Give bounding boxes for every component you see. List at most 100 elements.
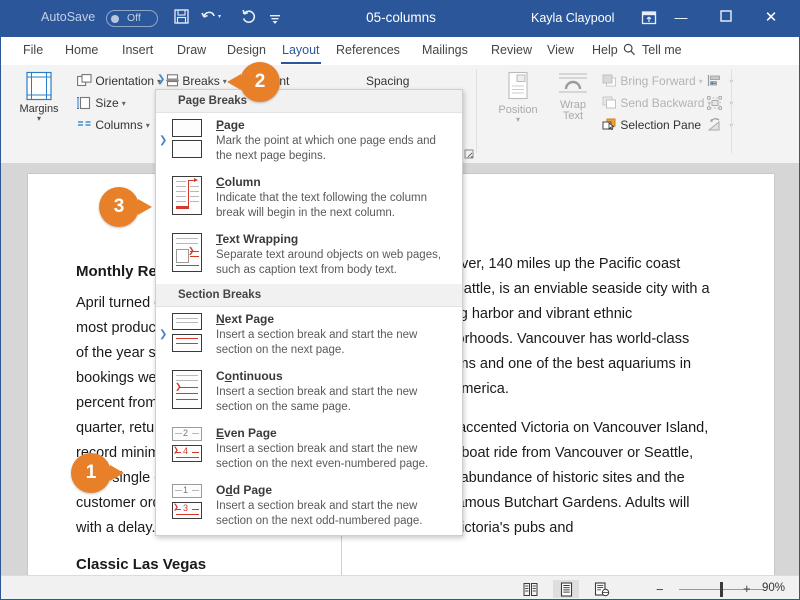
user-name[interactable]: Kayla Claypool <box>531 11 614 25</box>
zoom-in-button[interactable]: + <box>743 581 751 596</box>
bring-forward-caret-icon[interactable]: ▾ <box>699 77 703 86</box>
tab-help[interactable]: Help <box>588 41 622 59</box>
columns-caret-icon[interactable]: ▾ <box>146 121 150 130</box>
ribbon-display-options-icon[interactable] <box>641 10 657 30</box>
page-break-keytip-arrow-icon: ❯ <box>159 135 168 146</box>
odd-page-title-pre: O <box>216 483 226 497</box>
tab-view[interactable]: View <box>543 41 578 59</box>
send-backward-icon <box>602 96 620 110</box>
minimize-button[interactable]: — <box>666 9 696 27</box>
menu-item-continuous-section[interactable]: ❯ Continuous Insert a section break and … <box>156 364 462 421</box>
tab-review[interactable]: Review <box>487 41 536 59</box>
continuous-section-desc: Insert a section break and start the new… <box>216 386 418 413</box>
ribbon-tab-bar: File Home Insert Draw Design Layout Refe… <box>1 37 799 99</box>
selection-pane-label: Selection Pane <box>620 118 702 132</box>
maximize-button[interactable] <box>711 9 741 27</box>
page-break-title-rest: age <box>224 118 245 132</box>
rotate-objects-button[interactable]: ▾ <box>707 118 733 132</box>
group-separator <box>731 69 732 153</box>
tab-insert[interactable]: Insert <box>118 41 157 59</box>
web-layout-icon[interactable] <box>589 580 615 598</box>
word-application-window: AutoSave Off 05-columns Kayla Claypool —… <box>0 0 800 600</box>
size-icon <box>77 96 95 110</box>
close-button[interactable]: ✕ <box>756 9 786 27</box>
menu-item-column-break[interactable]: Column Indicate that the text following … <box>156 170 462 227</box>
margins-caret-icon[interactable]: ▾ <box>11 115 67 123</box>
text-wrapping-break-icon: ❯ <box>168 233 206 273</box>
odd-page-section-desc: Insert a section break and start the new… <box>216 500 423 527</box>
page-break-title: Page <box>216 118 245 132</box>
size-label: Size <box>95 96 119 110</box>
margins-button[interactable]: Margins ▾ <box>11 71 67 123</box>
send-backward-button[interactable]: Send Backward ▾ <box>602 96 711 110</box>
columns-icon <box>77 118 95 132</box>
menu-item-even-page-section[interactable]: 2 4 ❯ Even Page Insert a section break a… <box>156 421 462 478</box>
breaks-dropdown-menu[interactable]: Page Breaks ❯ Page Mark the point at whi… <box>155 89 463 536</box>
dialog-launcher-icon[interactable] <box>464 149 475 160</box>
size-caret-icon[interactable]: ▾ <box>122 99 126 108</box>
orientation-button[interactable]: Orientation ▾ <box>77 74 161 88</box>
breaks-button[interactable]: Breaks ▾ <box>166 74 227 88</box>
even-page-number-top: 2 <box>183 428 189 438</box>
position-button[interactable]: Position ▾ <box>491 71 545 124</box>
rotate-objects-icon <box>707 118 726 132</box>
tab-design[interactable]: Design <box>223 41 270 59</box>
selection-pane-icon <box>602 118 620 132</box>
group-objects-button[interactable]: ▾ <box>707 96 733 110</box>
wrap-text-label-line2: Text <box>562 110 584 122</box>
callout-2-number: 2 <box>254 71 266 92</box>
columns-button[interactable]: Columns ▾ <box>77 118 150 132</box>
wrap-text-button[interactable]: Wrap Text <box>549 71 597 122</box>
bring-forward-label: Bring Forward <box>620 74 696 88</box>
bring-forward-button[interactable]: Bring Forward ▾ <box>602 74 703 88</box>
tab-mailings[interactable]: Mailings <box>418 41 472 59</box>
align-objects-icon <box>707 74 726 88</box>
tell-me-box[interactable]: Tell me <box>642 43 682 57</box>
send-backward-label: Send Backward <box>620 96 705 110</box>
menu-item-page-break[interactable]: ❯ Page Mark the point at which one page … <box>156 113 462 170</box>
callout-badge-2: 2 <box>227 62 280 102</box>
tab-home[interactable]: Home <box>61 41 102 59</box>
zoom-out-button[interactable]: − <box>656 582 664 597</box>
print-layout-icon[interactable] <box>553 580 579 598</box>
size-button[interactable]: Size ▾ <box>77 96 126 110</box>
search-icon <box>623 43 636 56</box>
breaks-icon <box>166 74 182 88</box>
align-objects-button[interactable]: ▾ <box>707 74 733 88</box>
menu-item-next-page-section[interactable]: ❯ Next Page Insert a section break and s… <box>156 307 462 364</box>
even-page-number-bottom: 4 <box>183 446 189 456</box>
column-break-icon <box>168 176 206 216</box>
read-mode-icon[interactable] <box>517 580 543 598</box>
next-page-section-icon <box>168 313 206 353</box>
even-page-title-rest: ven Page <box>224 426 277 440</box>
tab-draw[interactable]: Draw <box>173 41 210 59</box>
columns-label: Columns <box>95 118 143 132</box>
selection-pane-button[interactable]: Selection Pane <box>602 118 701 132</box>
odd-page-number-top: 1 <box>183 485 189 495</box>
page-breaks-section-header: Page Breaks <box>156 90 462 113</box>
callout-3-number: 3 <box>113 196 125 217</box>
text-wrapping-break-title: Text Wrapping <box>216 232 299 246</box>
next-page-section-desc: Insert a section break and start the new… <box>216 329 418 356</box>
zoom-slider-thumb[interactable] <box>720 582 723 597</box>
continuous-section-title: Continuous <box>216 369 283 383</box>
status-bar: − + 90% <box>1 575 799 599</box>
tab-references[interactable]: References <box>332 41 404 59</box>
tab-layout[interactable]: Layout <box>278 41 324 64</box>
group-separator <box>476 69 477 153</box>
bring-forward-icon <box>602 74 620 88</box>
even-page-section-icon: 2 4 ❯ <box>168 427 206 467</box>
page-break-desc: Mark the point at which one page ends an… <box>216 135 436 162</box>
even-page-section-desc: Insert a section break and start the new… <box>216 443 429 470</box>
tab-file[interactable]: File <box>19 41 47 59</box>
menu-item-text-wrapping-break[interactable]: ❯ Text Wrapping Separate text around obj… <box>156 227 462 284</box>
callout-1-tail <box>110 465 124 481</box>
menu-item-odd-page-section[interactable]: 1 3 ❯ Odd Page Insert a section break an… <box>156 478 462 535</box>
even-page-section-title: Even Page <box>216 426 277 440</box>
position-caret-icon[interactable]: ▾ <box>491 116 545 124</box>
odd-page-section-icon: 1 3 ❯ <box>168 484 206 524</box>
zoom-level-label[interactable]: 90% <box>762 582 785 594</box>
column-break-title-rest: olumn <box>224 175 261 189</box>
column-break-title: Column <box>216 175 261 189</box>
section-breaks-section-header: Section Breaks <box>156 284 462 307</box>
